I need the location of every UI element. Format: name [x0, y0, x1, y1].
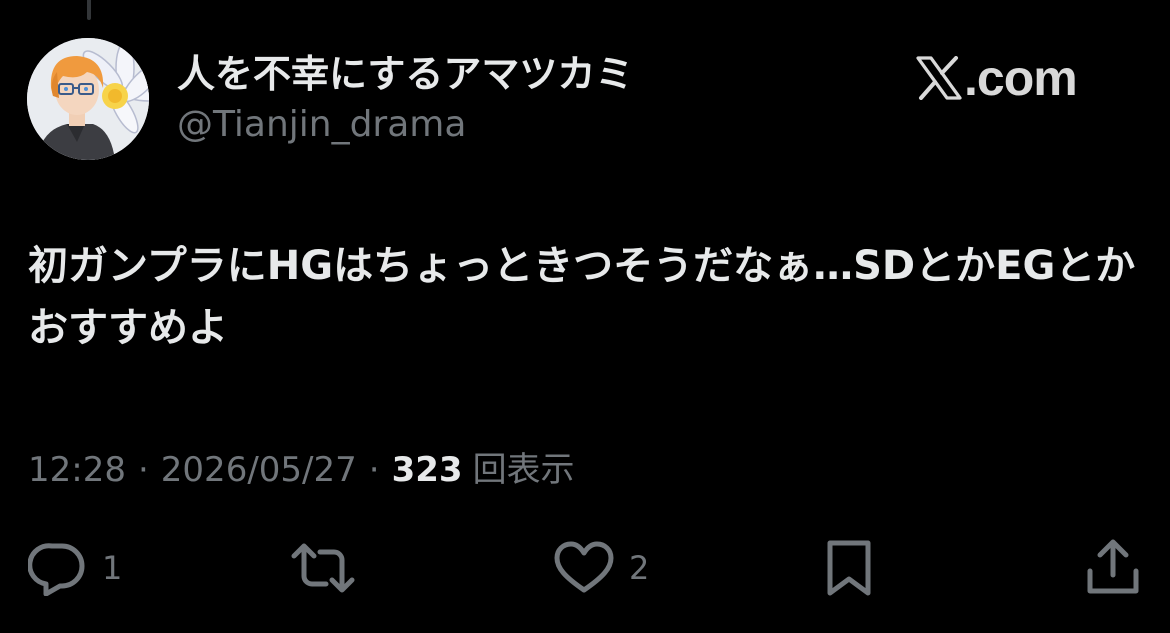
post-date[interactable]: 2026/05/27 — [161, 448, 357, 492]
author-handle[interactable]: @Tianjin_drama — [177, 102, 633, 148]
brand-text: .com — [964, 50, 1078, 106]
views-count: 323 — [391, 450, 463, 490]
bookmark-icon — [827, 540, 871, 596]
meta-separator: · — [368, 450, 380, 490]
reply-icon — [28, 543, 85, 596]
post-text: 初ガンプラにHGはちょっときつそうだなぁ…SDとかEGとかおすすめよ — [28, 243, 1136, 351]
like-button[interactable]: 2 — [553, 536, 649, 600]
like-count: 2 — [629, 549, 650, 587]
share-icon — [1087, 539, 1139, 594]
post-time[interactable]: 12:28 — [28, 448, 126, 492]
share-button[interactable] — [1084, 536, 1142, 600]
brand-watermark: .com — [916, 50, 1078, 106]
reply-count: 1 — [102, 549, 123, 587]
bookmark-button[interactable] — [822, 536, 876, 600]
x-logo-icon — [916, 56, 962, 100]
views-label: 回表示 — [472, 450, 575, 490]
author-display-name[interactable]: 人を不幸にするアマツカミ — [177, 50, 633, 98]
avatar-illustration — [27, 38, 149, 160]
post-actions-bar: 1 2 — [0, 536, 1170, 600]
post-meta: 12:28 · 2026/05/27 · 323 回表示 — [28, 448, 575, 492]
repost-button[interactable] — [290, 536, 370, 600]
thread-connector-line — [87, 0, 91, 20]
reply-button[interactable]: 1 — [28, 536, 122, 600]
meta-separator: · — [137, 450, 149, 490]
repost-icon — [291, 543, 355, 593]
post-author[interactable]: 人を不幸にするアマツカミ @Tianjin_drama — [177, 50, 633, 148]
heart-icon — [554, 541, 614, 593]
avatar[interactable] — [27, 38, 149, 160]
